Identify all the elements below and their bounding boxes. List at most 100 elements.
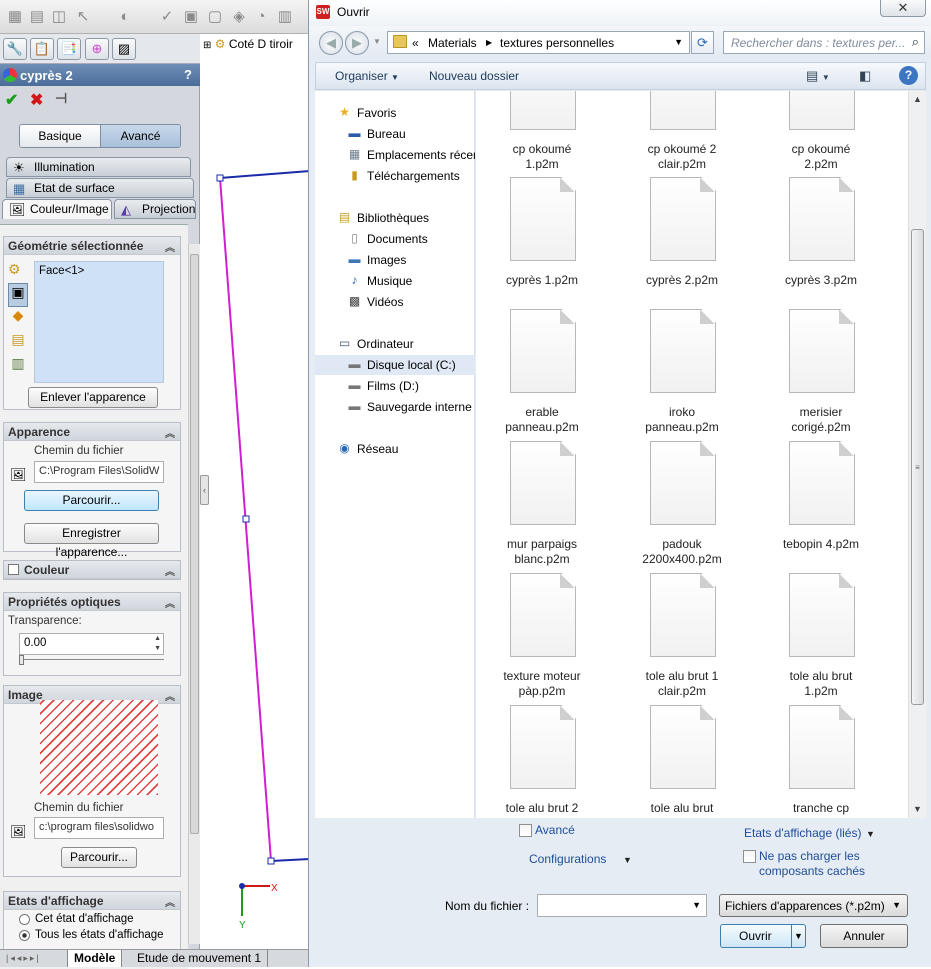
remove-appearance-button[interactable]: Enlever l'apparence <box>28 387 158 408</box>
scroll-down-icon[interactable]: ▼ <box>909 801 926 817</box>
scroll-up-icon[interactable]: ▲ <box>909 91 926 107</box>
open-options-dropdown[interactable]: ▼ <box>791 925 805 947</box>
toolbar-tool-icon[interactable]: ▤ <box>28 8 46 26</box>
group-header[interactable]: Apparence ︽ <box>4 423 180 441</box>
nav-item-0[interactable]: ★ Favoris <box>315 103 475 123</box>
file-item[interactable]: cp okoumé 2.p2m <box>761 91 881 171</box>
display-states-dropdown[interactable]: Etats d'affichage (liés) <box>744 826 861 840</box>
image-browse-button[interactable]: Parcourir... <box>61 847 137 868</box>
display-manager-tab[interactable]: ▨ <box>112 38 136 60</box>
file-list[interactable]: cp okoumé 1.p2m cp okoumé 2 clair.p2m cp oko… <box>476 91 908 818</box>
view-options-icon[interactable]: ▤ ▼ <box>806 68 830 84</box>
cancel-x-icon[interactable]: ✖ <box>30 90 43 110</box>
select-arrow-icon[interactable]: ↖ <box>74 8 92 26</box>
search-box[interactable]: Rechercher dans : textures per... ⌕ <box>723 31 925 54</box>
scroll-thumb[interactable] <box>190 254 199 834</box>
preview-pane-icon[interactable]: ◧ <box>859 68 871 84</box>
toolbar-tool-icon[interactable]: ▢ <box>206 8 224 26</box>
configuration-tab[interactable]: 📑 <box>57 38 81 60</box>
radio-this-state[interactable] <box>19 914 30 925</box>
filename-input[interactable]: ▼ <box>537 894 707 917</box>
nav-item-2[interactable]: ▦ Emplacements récents <box>315 145 475 165</box>
chevron-down-icon[interactable]: ▼ <box>866 829 875 839</box>
part-filter-icon[interactable]: ⚙ <box>8 261 28 283</box>
tab-surface-finish[interactable]: ▦ Etat de surface <box>6 178 194 198</box>
nav-item-3[interactable]: ▮ Téléchargements <box>315 166 475 186</box>
group-header[interactable]: Etats d'affichage ︽ <box>4 892 180 910</box>
radio-all-states[interactable] <box>19 930 30 941</box>
panel-scrollbar[interactable] <box>188 244 200 944</box>
chevron-down-icon[interactable]: ▼ <box>692 900 701 910</box>
feature-tree-tab[interactable]: 🔧 <box>3 38 27 60</box>
selection-list[interactable]: Face<1> <box>34 261 164 383</box>
graphics-area[interactable]: ⊞ ⚙ Coté D tiroir X Y <box>200 34 310 949</box>
image-path-field[interactable]: c:\program files\solidwo <box>34 817 164 839</box>
browse-button[interactable]: Parcourir... <box>24 490 159 511</box>
file-item[interactable]: cp okoumé 2 clair.p2m <box>622 91 742 171</box>
open-button[interactable]: Ouvrir ▼ <box>720 924 806 948</box>
file-item[interactable]: merisier corigé.p2m <box>761 309 881 434</box>
tab-color-image[interactable]: 🖼 Couleur/Image <box>2 199 112 219</box>
no-load-hidden-label-1[interactable]: Ne pas charger les <box>759 849 860 863</box>
advanced-checkbox[interactable] <box>519 824 532 837</box>
search-icon[interactable]: ⌕ <box>912 34 919 50</box>
breadcrumb-current[interactable]: textures personnelles <box>500 36 614 50</box>
nav-item-8[interactable]: ▩ Vidéos <box>315 292 475 312</box>
transparency-slider[interactable] <box>19 659 164 660</box>
slider-thumb[interactable] <box>19 655 24 665</box>
color-checkbox[interactable] <box>8 564 19 575</box>
address-bar[interactable]: « Materials ▶ textures personnelles ▼ <box>387 31 690 54</box>
toolbar-tool-icon[interactable]: ◫ <box>50 8 68 26</box>
file-item[interactable]: texture moteur pàp.p2m <box>482 573 602 698</box>
configurations-dropdown[interactable]: Configurations <box>529 852 606 866</box>
file-item[interactable]: tranche cpokoumé.p2m <box>761 705 881 818</box>
file-item[interactable]: iroko panneau.p2m <box>622 309 742 434</box>
close-button[interactable]: ✕ <box>880 0 926 17</box>
file-item[interactable]: tole alu brut 2clair.p2m <box>482 705 602 818</box>
collapse-chevron-icon[interactable]: ︽ <box>165 688 175 703</box>
toolbar-tool-icon[interactable]: ▦ <box>6 8 24 26</box>
chevron-down-icon[interactable]: ▼ <box>623 855 632 865</box>
back-arrow-icon[interactable]: ◀ <box>319 31 343 55</box>
breadcrumb-separator-icon[interactable]: ▶ <box>486 38 492 47</box>
file-item[interactable]: tole alu brut2.p2m <box>622 705 742 818</box>
file-item[interactable]: padouk 2200x400.p2m <box>622 441 742 566</box>
dimxpert-tab[interactable]: ⊕ <box>85 38 109 60</box>
collapse-chevron-icon[interactable]: ︽ <box>165 563 175 578</box>
nav-item-6[interactable]: ▬ Images <box>315 250 475 270</box>
spellcheck-icon[interactable]: ✓ <box>158 8 176 26</box>
nav-item-12[interactable]: ▬ Sauvegarde interne ( <box>315 397 476 417</box>
tab-model[interactable]: Modèle <box>68 950 123 967</box>
group-header[interactable]: Géométrie sélectionnée ︽ <box>4 237 180 255</box>
toolbar-tool-icon[interactable]: ◐ <box>116 8 134 26</box>
tab-motion-study[interactable]: Etude de mouvement 1 <box>131 950 269 967</box>
recent-pages-dropdown-icon[interactable]: ▼ <box>373 37 381 46</box>
no-load-hidden-label-2[interactable]: composants cachés <box>759 864 865 878</box>
file-item[interactable]: cyprès 2.p2m <box>622 177 742 302</box>
advanced-mode-button[interactable]: Avancé <box>100 125 180 147</box>
file-item[interactable]: tole alu brut 1 clair.p2m <box>622 573 742 698</box>
nav-item-9[interactable]: ▭ Ordinateur <box>315 334 475 354</box>
nav-item-7[interactable]: ♪ Musique <box>315 271 475 291</box>
cancel-button[interactable]: Annuler <box>820 924 908 948</box>
forward-arrow-icon[interactable]: ▶ <box>345 31 369 55</box>
help-icon[interactable]: ? <box>899 66 918 85</box>
basic-mode-button[interactable]: Basique <box>20 125 100 147</box>
collapse-chevron-icon[interactable]: ︽ <box>165 595 175 610</box>
toolbar-tool-icon[interactable]: ◈ <box>230 8 248 26</box>
nav-item-4[interactable]: ▤ Bibliothèques <box>315 208 475 228</box>
tab-projection[interactable]: ◭ Projection <box>114 199 196 219</box>
file-type-select[interactable]: Fichiers d'apparences (*.p2m) ▼ <box>719 894 908 917</box>
tab-scroll-arrows[interactable]: |◂◂▸▸| <box>0 950 68 967</box>
toolbar-tool-icon[interactable]: ▣ <box>182 8 200 26</box>
file-path-field[interactable]: C:\Program Files\SolidW <box>34 461 164 483</box>
organize-menu[interactable]: Organiser ▼ <box>335 69 399 83</box>
save-appearance-button[interactable]: Enregistrer l'apparence... <box>24 523 159 559</box>
vertex[interactable] <box>242 515 250 523</box>
file-list-scrollbar[interactable]: ▲ ≡ ▼ <box>908 91 926 818</box>
nav-item-11[interactable]: ▬ Films (D:) <box>315 376 475 396</box>
toolbar-tool-icon[interactable]: ▥ <box>276 8 294 26</box>
breadcrumb-overflow[interactable]: « <box>412 36 419 50</box>
group-header[interactable]: Couleur ︽ <box>4 561 180 579</box>
file-item[interactable]: cyprès 3.p2m <box>761 177 881 302</box>
